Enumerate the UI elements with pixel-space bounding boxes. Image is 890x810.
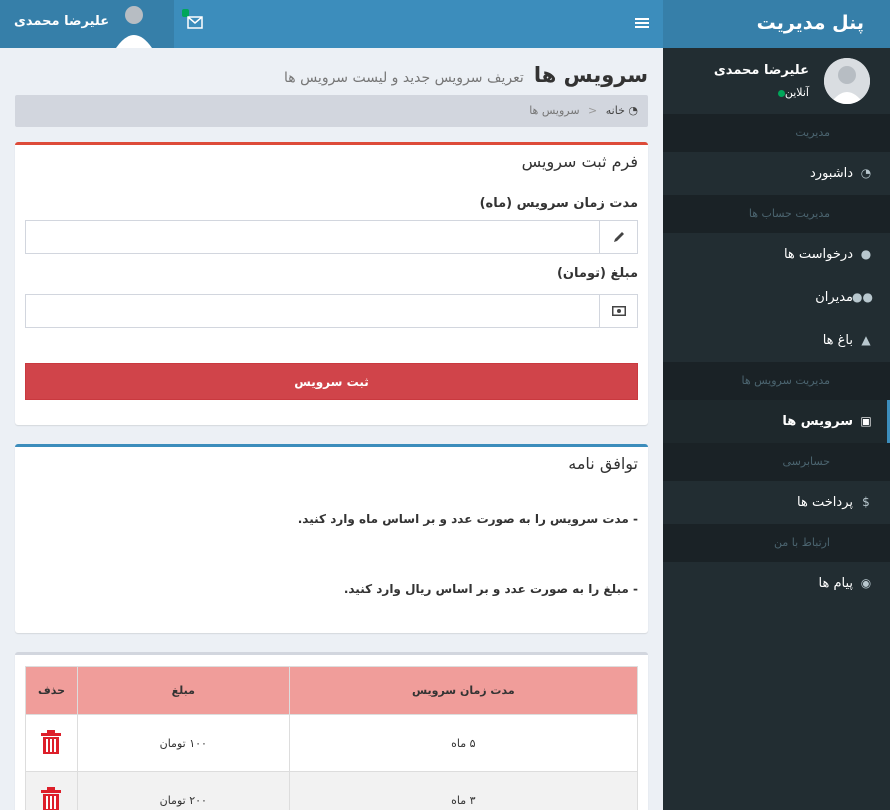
- sidebar-header-management: مدیریت: [663, 114, 890, 152]
- user-icon: ●: [860, 247, 872, 261]
- sidebar-header-accounting: حسابرسی: [663, 443, 890, 481]
- cell-duration: ۳ ماه: [288, 771, 639, 810]
- pencil-icon: [599, 221, 637, 253]
- breadcrumb-separator: <: [588, 104, 598, 117]
- services-table-box: مدت زمان سرویس مبلغ حذف ۵ ماه ۱۰۰ تومان …: [15, 652, 648, 810]
- page-subtitle: تعریف سرویس جدید و لیست سرویس ها: [283, 70, 524, 86]
- user-menu[interactable]: علیرضا محمدی: [0, 0, 174, 48]
- avatar: [114, 2, 154, 48]
- sidebar-item-managers[interactable]: ●●مدیران: [663, 276, 890, 319]
- page-header: سرویس ها تعریف سرویس جدید و لیست سرویس ه…: [284, 63, 648, 87]
- sidebar-user-name: علیرضا محمدی: [713, 63, 809, 78]
- sidebar-header-services: مدیریت سرویس ها: [663, 362, 890, 400]
- dashboard-icon: ◔: [628, 104, 638, 117]
- price-field: [25, 294, 638, 328]
- sidebar-item-payments[interactable]: $ پرداخت ها: [663, 481, 890, 524]
- duration-field: [25, 220, 638, 254]
- sidebar-item-label: باغ ها: [822, 333, 853, 348]
- bars-icon[interactable]: [635, 16, 649, 34]
- sidebar-brand[interactable]: پنل مدیریت: [663, 0, 890, 48]
- table-row: ۳ ماه ۲۰۰ تومان: [25, 771, 639, 810]
- comment-icon: ◉: [860, 576, 872, 590]
- cell-duration: ۵ ماه: [288, 714, 639, 772]
- topbar-user-name: علیرضا محمدی: [14, 14, 110, 29]
- top-navbar: علیرضا محمدی: [0, 0, 663, 48]
- sidebar-item-requests[interactable]: ● درخواست ها: [663, 233, 890, 276]
- money-icon: [599, 295, 637, 327]
- form-title: فرم ثبت سرویس: [521, 152, 638, 171]
- sidebar-item-dashboard[interactable]: ◔ داشبورد: [663, 152, 890, 195]
- sidebar-item-services[interactable]: ▣ سرویس ها: [663, 400, 890, 443]
- table-row: ۵ ماه ۱۰۰ تومان: [25, 714, 639, 772]
- tree-icon: ▲: [861, 333, 871, 347]
- cell-price: ۲۰۰ تومان: [76, 771, 290, 810]
- trash-icon: [41, 786, 62, 810]
- agreement-box: توافق نامه - مدت سرویس را به صورت عدد و …: [15, 444, 648, 633]
- sidebar-header-contact: ارتباط با من: [663, 524, 890, 562]
- price-label: مبلغ (تومان): [556, 266, 638, 281]
- breadcrumb: ◔ خانه < سرویس ها: [15, 95, 648, 127]
- sidebar-item-label: سرویس ها: [782, 414, 853, 429]
- sidebar-user-panel: علیرضا محمدی آنلاین: [663, 48, 890, 114]
- status-label: آنلاین: [784, 86, 809, 99]
- sidebar-item-label: پیام ها: [818, 576, 854, 591]
- envelope-icon: [187, 16, 203, 29]
- delete-button[interactable]: [25, 771, 78, 810]
- messages-menu[interactable]: [182, 9, 204, 32]
- duration-label: مدت زمان سرویس (ماه): [479, 196, 638, 211]
- delete-button[interactable]: [25, 714, 78, 772]
- trash-icon: [41, 729, 62, 754]
- sidebar-item-label: داشبورد: [810, 166, 853, 181]
- users-icon: ●●: [852, 290, 873, 304]
- dashboard-icon: ◔: [860, 166, 872, 180]
- briefcase-icon: ▣: [860, 414, 872, 428]
- table-header-row: مدت زمان سرویس مبلغ حذف: [25, 666, 639, 715]
- service-form-box: فرم ثبت سرویس مدت زمان سرویس (ماه) مبلغ …: [15, 142, 648, 425]
- online-dot-icon: [777, 89, 785, 97]
- breadcrumb-current: سرویس ها: [529, 104, 580, 117]
- dollar-icon: $: [862, 495, 870, 509]
- breadcrumb-home[interactable]: خانه: [606, 104, 625, 117]
- page-title: سرویس ها: [533, 63, 648, 87]
- sidebar-item-label: پرداخت ها: [797, 495, 853, 510]
- price-input[interactable]: [26, 295, 599, 327]
- sidebar-header-accounts: مدیریت حساب ها: [663, 195, 890, 233]
- column-header-delete: حذف: [25, 666, 78, 715]
- agreement-rule-price: - مبلغ را به صورت عدد و بر اساس ریال وار…: [343, 582, 638, 596]
- column-header-duration: مدت زمان سرویس: [288, 666, 639, 715]
- sidebar: پنل مدیریت علیرضا محمدی آنلاین مدیریت ◔ د…: [663, 0, 890, 810]
- avatar: [824, 58, 870, 104]
- duration-input[interactable]: [26, 221, 599, 253]
- sidebar-item-gardens[interactable]: ▲ باغ ها: [663, 319, 890, 362]
- column-header-price: مبلغ: [76, 666, 290, 715]
- user-status: آنلاین: [775, 86, 809, 99]
- cell-price: ۱۰۰ تومان: [76, 714, 290, 772]
- submit-service-button[interactable]: ثبت سرویس: [25, 363, 638, 400]
- sidebar-item-messages[interactable]: ◉ پیام ها: [663, 562, 890, 605]
- sidebar-item-label: مدیران: [815, 290, 853, 305]
- agreement-title: توافق نامه: [568, 454, 638, 473]
- sidebar-item-label: درخواست ها: [783, 247, 853, 262]
- agreement-rule-duration: - مدت سرویس را به صورت عدد و بر اساس ماه…: [297, 512, 638, 526]
- services-table: مدت زمان سرویس مبلغ حذف ۵ ماه ۱۰۰ تومان …: [25, 666, 639, 810]
